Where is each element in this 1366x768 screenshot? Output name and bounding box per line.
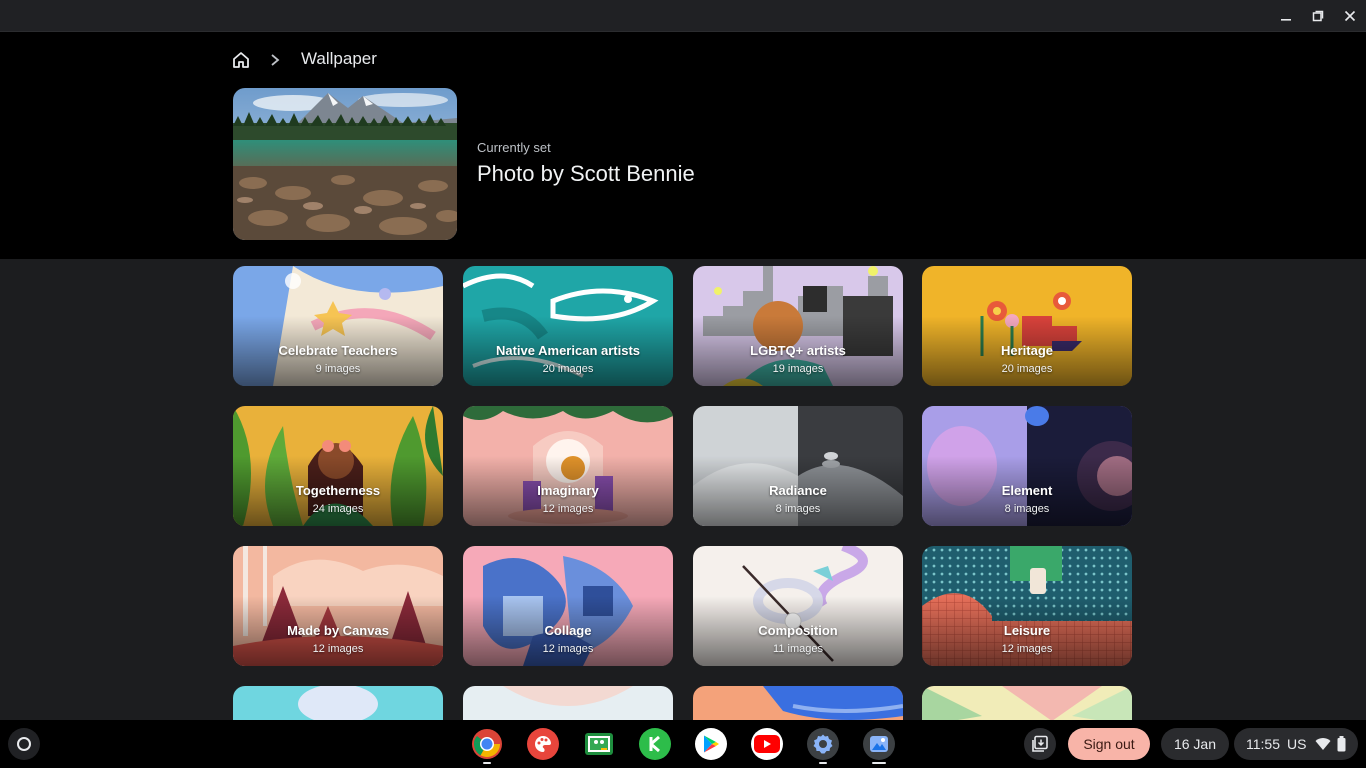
canvas-icon[interactable] [527, 728, 559, 760]
collection-count: 20 images [1001, 363, 1053, 375]
collection-count: 19 images [772, 363, 824, 375]
collection-tile[interactable] [693, 686, 903, 720]
ime-locale: US [1287, 736, 1307, 752]
shelf: Sign out 16 Jan 11:55 US [0, 720, 1366, 768]
minimize-icon[interactable] [1276, 6, 1296, 26]
clock-time: 11:55 [1246, 736, 1280, 752]
collection-tile[interactable]: Togetherness 24 images [233, 406, 443, 526]
collection-tile[interactable]: Leisure 12 images [922, 546, 1132, 666]
collection-name: Native American artists [495, 343, 641, 358]
collection-tile[interactable]: Native American artists 20 images [463, 266, 673, 386]
collection-tile[interactable]: Imaginary 12 images [463, 406, 673, 526]
kahoot-icon[interactable] [639, 728, 671, 760]
holding-space-icon[interactable] [1024, 728, 1056, 760]
collection-count: 24 images [312, 503, 364, 515]
collection-tile[interactable]: Heritage 20 images [922, 266, 1132, 386]
app-running-indicator [819, 762, 827, 764]
wifi-icon [1315, 738, 1331, 750]
collection-name: Leisure [1003, 623, 1051, 638]
settings-icon[interactable] [807, 728, 839, 760]
collection-name: Composition [758, 623, 838, 638]
wallpaper-header: Wallpaper Currently set Photo by Scott B… [0, 33, 1366, 259]
battery-icon [1337, 736, 1346, 752]
sign-out-button[interactable]: Sign out [1068, 728, 1150, 760]
collection-name: LGBTQ+ artists [750, 343, 846, 358]
collection-count: 9 images [315, 363, 361, 375]
collection-count: 12 images [542, 503, 594, 515]
youtube-icon[interactable] [751, 728, 783, 760]
collection-count: 8 images [1004, 503, 1050, 515]
collection-tile[interactable]: Celebrate Teachers 9 images [233, 266, 443, 386]
collection-tile[interactable]: Made by Canvas 12 images [233, 546, 443, 666]
collection-name: Made by Canvas [287, 623, 389, 638]
currently-set-label: Currently set [477, 140, 551, 155]
date-tray[interactable]: 16 Jan [1161, 728, 1229, 760]
collection-count: 11 images [773, 643, 823, 655]
chrome-icon[interactable] [471, 728, 503, 760]
collection-tile[interactable] [922, 686, 1132, 720]
collection-count: 12 images [312, 643, 364, 655]
restore-icon[interactable] [1308, 6, 1328, 26]
current-wallpaper-preview[interactable] [233, 88, 457, 240]
collection-count: 12 images [1001, 643, 1053, 655]
collection-name: Radiance [769, 483, 827, 498]
collection-tile[interactable]: Collage 12 images [463, 546, 673, 666]
collection-tile[interactable]: LGBTQ+ artists 19 images [693, 266, 903, 386]
home-icon[interactable] [231, 50, 251, 70]
collection-tile[interactable] [463, 686, 673, 720]
chevron-right-icon [271, 54, 280, 66]
close-icon[interactable] [1340, 6, 1360, 26]
play-store-icon[interactable] [695, 728, 727, 760]
collection-name: Celebrate Teachers [278, 343, 398, 358]
collection-tile[interactable]: Radiance 8 images [693, 406, 903, 526]
collection-tile[interactable]: Composition 11 images [693, 546, 903, 666]
collection-name: Element [1001, 483, 1053, 498]
window-title-bar [0, 0, 1366, 32]
classroom-icon[interactable] [583, 728, 615, 760]
collections-grid: Celebrate Teachers 9 images Native Ameri… [0, 259, 1366, 720]
wallpaper-icon[interactable] [863, 728, 895, 760]
collection-name: Collage [544, 623, 592, 638]
collection-name: Imaginary [537, 483, 599, 498]
collection-count: 8 images [775, 503, 821, 515]
launcher-icon[interactable] [8, 728, 40, 760]
app-active-indicator [872, 762, 886, 764]
collection-name: Heritage [1000, 343, 1054, 358]
collection-count: 20 images [542, 363, 594, 375]
collection-count: 12 images [542, 643, 594, 655]
collection-tile[interactable]: Element 8 images [922, 406, 1132, 526]
collection-name: Togetherness [295, 483, 381, 498]
collection-tile[interactable] [233, 686, 443, 720]
app-running-indicator [483, 762, 491, 764]
system-tray[interactable]: 11:55 US [1234, 728, 1358, 760]
current-wallpaper-title: Photo by Scott Bennie [477, 161, 695, 186]
page-title: Wallpaper [301, 49, 377, 68]
